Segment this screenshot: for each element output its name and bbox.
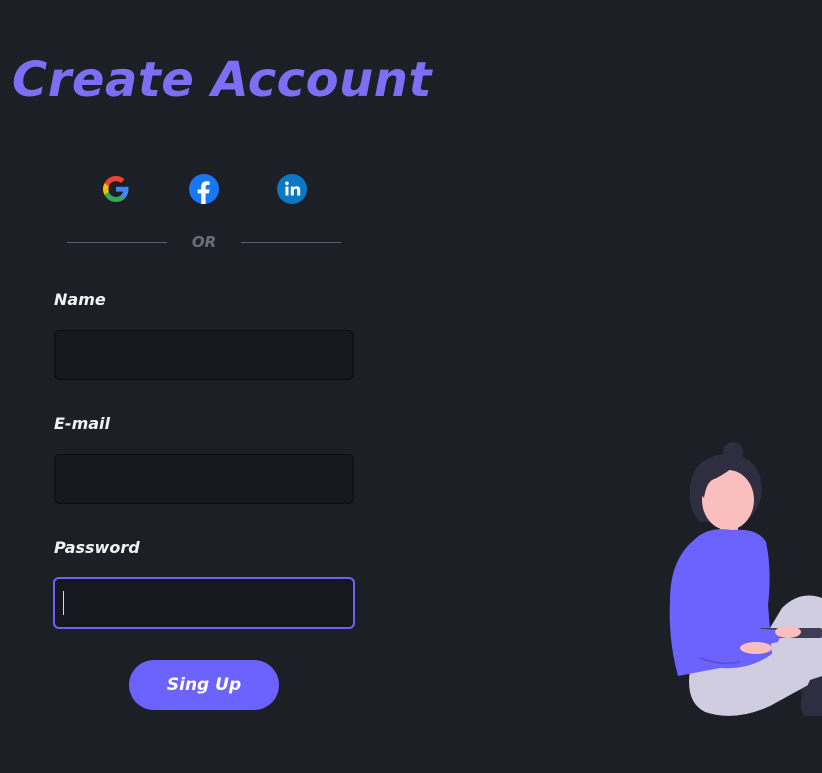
divider-or-text: OR xyxy=(191,233,217,251)
facebook-login-button[interactable] xyxy=(189,174,219,204)
name-input[interactable] xyxy=(54,330,354,380)
password-input[interactable] xyxy=(53,577,355,629)
password-label: Password xyxy=(54,538,140,557)
email-label: E-mail xyxy=(54,414,111,433)
email-input[interactable] xyxy=(54,454,354,504)
divider-line-right xyxy=(241,242,341,243)
divider-line-left xyxy=(67,242,167,243)
page-title: Create Account xyxy=(12,52,432,108)
google-login-button[interactable] xyxy=(101,174,131,204)
linkedin-login-button[interactable] xyxy=(277,174,307,204)
linkedin-icon xyxy=(277,174,307,204)
google-icon xyxy=(103,176,129,202)
facebook-icon xyxy=(189,174,219,204)
signup-page: Create Account OR Name E-mail Password S… xyxy=(0,0,822,773)
signup-button[interactable]: Sing Up xyxy=(129,660,279,710)
text-caret xyxy=(63,591,64,615)
person-with-laptop-illustration xyxy=(669,442,822,716)
name-label: Name xyxy=(54,290,106,309)
